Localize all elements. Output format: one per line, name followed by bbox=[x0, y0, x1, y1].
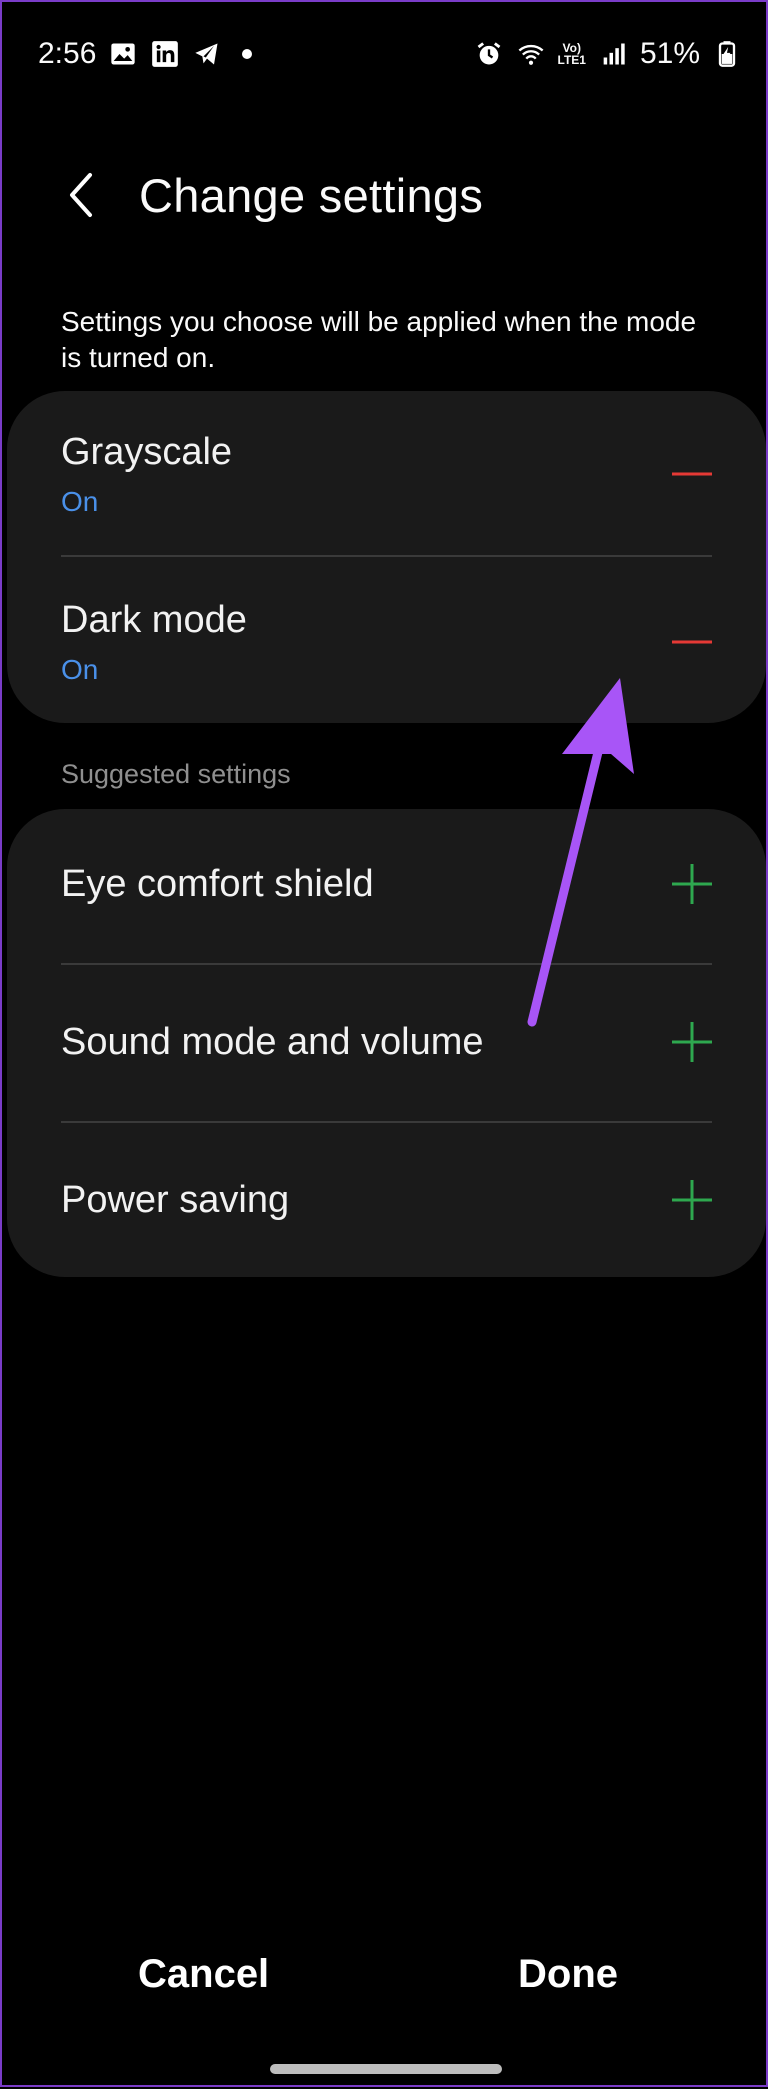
status-right: Vo) LTE1 51% bbox=[474, 37, 743, 71]
chevron-left-icon bbox=[70, 173, 92, 217]
suggested-title: Eye comfort shield bbox=[61, 862, 374, 905]
status-left: 2:56 bbox=[38, 37, 253, 71]
setting-status: On bbox=[61, 653, 99, 685]
plus-icon bbox=[672, 1180, 712, 1220]
battery-percent: 51% bbox=[639, 37, 700, 70]
remove-dark-mode-button[interactable] bbox=[662, 612, 722, 672]
home-indicator[interactable] bbox=[270, 2064, 502, 2074]
active-settings-card: Grayscale On Dark mode On bbox=[7, 391, 766, 723]
suggested-title: Power saving bbox=[61, 1178, 290, 1221]
suggested-row-eye-comfort[interactable]: Eye comfort shield bbox=[61, 844, 712, 924]
wifi-icon bbox=[516, 39, 546, 69]
status-time: 2:56 bbox=[38, 37, 97, 70]
add-power-saving-button[interactable] bbox=[662, 1170, 722, 1230]
volte-indicator: Vo) LTE1 bbox=[558, 42, 586, 66]
setting-status: On bbox=[61, 485, 99, 517]
setting-text: Grayscale On bbox=[61, 431, 232, 518]
divider bbox=[61, 963, 712, 965]
plus-icon bbox=[672, 864, 712, 904]
suggested-row-sound-mode[interactable]: Sound mode and volume bbox=[61, 1002, 712, 1082]
page-title: Change settings bbox=[139, 168, 484, 222]
minus-icon bbox=[672, 640, 712, 644]
status-bar: 2:56 Vo) LTE1 51% bbox=[38, 32, 742, 76]
suggested-settings-card: Eye comfort shield Sound mode and volume… bbox=[7, 809, 766, 1277]
done-button[interactable]: Done bbox=[518, 1952, 618, 1997]
suggested-row-power-saving[interactable]: Power saving bbox=[61, 1160, 712, 1240]
setting-row-grayscale[interactable]: Grayscale On bbox=[61, 429, 712, 519]
screen: 2:56 Vo) LTE1 51% Change settings Settin… bbox=[2, 2, 766, 2085]
description-text: Settings you choose will be applied when… bbox=[61, 306, 697, 373]
suggested-title: Sound mode and volume bbox=[61, 1020, 484, 1063]
minus-icon bbox=[672, 472, 712, 476]
remove-grayscale-button[interactable] bbox=[662, 444, 722, 504]
add-eye-comfort-button[interactable] bbox=[662, 854, 722, 914]
signal-icon bbox=[598, 39, 628, 69]
setting-text: Dark mode On bbox=[61, 599, 247, 686]
divider bbox=[61, 1121, 712, 1123]
telegram-icon bbox=[192, 39, 222, 69]
suggested-settings-header: Suggested settings bbox=[61, 759, 291, 789]
alarm-icon bbox=[474, 39, 504, 69]
battery-charging-icon bbox=[712, 39, 742, 69]
setting-row-dark-mode[interactable]: Dark mode On bbox=[61, 597, 712, 687]
gallery-icon bbox=[108, 39, 138, 69]
setting-title: Grayscale bbox=[61, 430, 233, 473]
divider bbox=[61, 555, 712, 557]
setting-title: Dark mode bbox=[61, 598, 247, 641]
header: Change settings bbox=[58, 152, 483, 238]
lte-label: LTE1 bbox=[557, 53, 586, 67]
plus-icon bbox=[672, 1022, 712, 1062]
linkedin-icon bbox=[150, 39, 180, 69]
add-sound-mode-button[interactable] bbox=[662, 1012, 722, 1072]
cancel-button[interactable]: Cancel bbox=[138, 1952, 269, 1997]
notification-dot-icon bbox=[242, 49, 253, 59]
back-button[interactable] bbox=[58, 165, 102, 225]
